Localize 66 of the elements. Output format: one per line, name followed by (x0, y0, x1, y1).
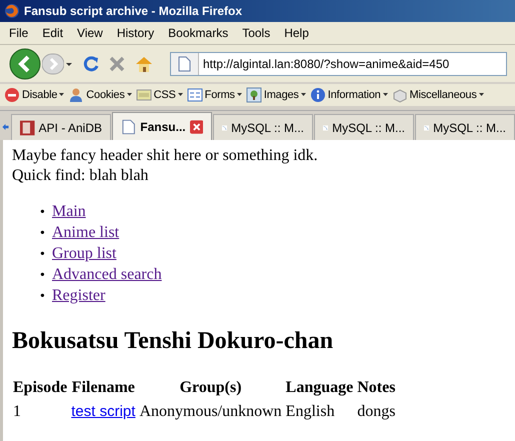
dropdown-icon (300, 93, 306, 97)
dropdown-icon (59, 93, 64, 97)
tab[interactable]: API - AniDB (11, 114, 111, 140)
back-icon[interactable] (8, 48, 42, 80)
page-icon (121, 118, 136, 134)
menu-item[interactable]: Help (279, 24, 314, 42)
quick-find-text: Quick find: blah blah (12, 166, 148, 186)
toolbar-button[interactable]: Forms (186, 86, 242, 104)
bullet: • (40, 225, 46, 243)
tab[interactable]: MySQL :: M... (415, 114, 515, 140)
menu-item[interactable]: Bookmarks (163, 24, 234, 42)
person-icon (68, 87, 84, 103)
table-cell-text: English (284, 402, 336, 422)
file-link[interactable]: test script (71, 403, 136, 420)
css-icon (136, 87, 152, 103)
table-cell-text: Anonymous/unknown (138, 402, 283, 422)
bullet: • (40, 267, 46, 285)
nav-link[interactable]: Advanced search (52, 265, 162, 285)
dropdown-icon (178, 93, 183, 97)
window-title: Fansub script archive - Mozilla Firefox (24, 3, 242, 20)
table-cell-text: 1 (12, 402, 22, 422)
dropdown-icon (236, 93, 242, 97)
bullet: • (40, 288, 46, 306)
bullet: • (40, 246, 46, 264)
bullet: • (40, 204, 46, 222)
menu-item[interactable]: Edit (37, 24, 68, 42)
address-field[interactable]: http://algintal.lan:8080/?show=anime&aid=450 (199, 54, 506, 72)
header-text: Maybe fancy header shit here or something idk. (12, 146, 318, 166)
nav-link[interactable]: Group list (52, 244, 116, 264)
nav-link[interactable]: Register (52, 286, 106, 306)
column-header: Episode (12, 378, 68, 398)
stop-icon[interactable] (108, 54, 126, 72)
column-header: Filename (70, 378, 136, 398)
artwork-icon (20, 120, 35, 136)
toolbar-button[interactable]: Disable (4, 86, 64, 104)
toolbar-button[interactable]: CSS (136, 86, 183, 104)
toolbar-button[interactable]: Miscellaneous (392, 86, 484, 104)
toolbar-button[interactable]: Images (246, 86, 306, 104)
table-cell-text: dongs (356, 402, 396, 422)
menu-item[interactable]: File (4, 24, 34, 42)
anime-title: Bokusatsu Tenshi Dokuro-chan (12, 327, 334, 355)
menu-item[interactable]: History (112, 24, 160, 42)
toolbar-button[interactable]: Cookies (68, 86, 132, 104)
image-icon (246, 87, 262, 103)
address-bar[interactable]: http://algintal.lan:8080/?show=anime&aid=450 (170, 52, 507, 76)
tab[interactable]: Fansu... (112, 112, 212, 140)
page-icon (178, 56, 191, 72)
form-icon (186, 87, 203, 103)
dropdown-icon (478, 93, 484, 97)
nav-link[interactable]: Anime list (52, 223, 120, 243)
nav-link[interactable]: Main (52, 202, 86, 222)
close-icon[interactable] (190, 120, 203, 134)
tab[interactable]: MySQL :: M... (213, 114, 313, 140)
home-icon[interactable] (134, 54, 154, 72)
disable-icon (4, 87, 20, 103)
tab[interactable]: MySQL :: M... (314, 114, 414, 140)
column-header: Notes (356, 378, 396, 398)
reload-icon[interactable] (82, 54, 100, 72)
dropdown-icon (382, 93, 388, 97)
column-header: Group(s) (178, 378, 243, 398)
column-header: Language (284, 378, 354, 398)
menu-item[interactable]: View (72, 24, 108, 42)
toolbar-button[interactable]: Information (310, 86, 388, 104)
menu-item[interactable]: Tools (237, 24, 276, 42)
info-icon (310, 87, 326, 103)
dropdown-icon (126, 93, 132, 97)
